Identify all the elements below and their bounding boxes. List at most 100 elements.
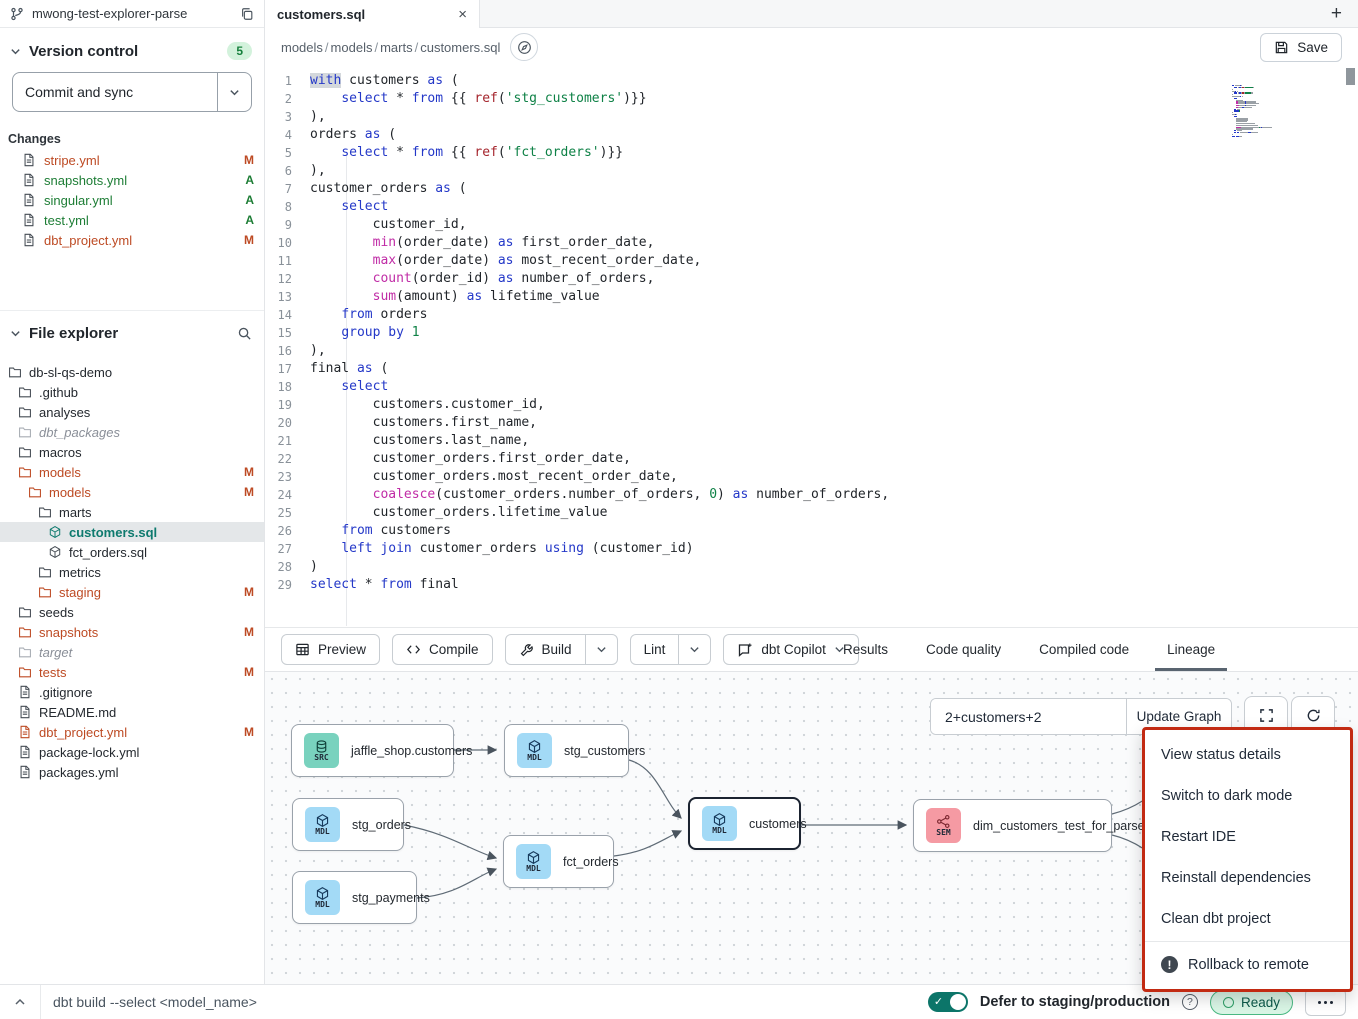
tree-item-analyses[interactable]: analyses [0, 402, 264, 422]
compile-button[interactable]: Compile [392, 634, 493, 665]
code-line[interactable]: 5 select * from {{ ref('fct_orders')}} [265, 144, 1358, 162]
open-in-explorer-button[interactable] [510, 33, 538, 61]
lineage-node-dim-customers-test-for-parse[interactable]: SEMdim_customers_test_for_parse [913, 799, 1112, 852]
command-input[interactable]: dbt build --select <model_name> [53, 994, 928, 1010]
menu-item-reinstall-dependencies[interactable]: Reinstall dependencies [1145, 857, 1350, 898]
lineage-node-fct-orders[interactable]: MDLfct_orders [503, 835, 614, 888]
expand-command-bar-button[interactable] [0, 985, 41, 1019]
tree-item-marts[interactable]: marts [0, 502, 264, 522]
code-line[interactable]: 22 customer_orders.first_order_date, [265, 450, 1358, 468]
code-line[interactable]: 28) [265, 558, 1358, 576]
breadcrumb-segment[interactable]: models [281, 40, 323, 55]
tree-item-fct-orders-sql[interactable]: fct_orders.sql [0, 542, 264, 562]
code-line[interactable]: 3), [265, 108, 1358, 126]
code-line[interactable]: 16), [265, 342, 1358, 360]
tree-item-seeds[interactable]: seeds [0, 602, 264, 622]
lint-options-button[interactable] [678, 635, 710, 664]
code-line[interactable]: 23 customer_orders.most_recent_order_dat… [265, 468, 1358, 486]
code-line[interactable]: 25 customer_orders.lifetime_value [265, 504, 1358, 522]
preview-button[interactable]: Preview [281, 634, 380, 665]
code-line[interactable]: 1with customers as ( [265, 72, 1358, 90]
ready-status-badge[interactable]: Ready [1210, 990, 1293, 1015]
tree-item-customers-sql[interactable]: customers.sql [0, 522, 264, 542]
tree-item-metrics[interactable]: metrics [0, 562, 264, 582]
code-line[interactable]: 9 customer_id, [265, 216, 1358, 234]
lint-button[interactable]: Lint [631, 635, 679, 664]
copy-branch-icon[interactable] [240, 7, 254, 21]
tree-item--gitignore[interactable]: .gitignore [0, 682, 264, 702]
code-line[interactable]: 18 select [265, 378, 1358, 396]
change-item[interactable]: stripe.ymlM [0, 150, 264, 170]
code-line[interactable]: 29select * from final [265, 576, 1358, 594]
tab-code-quality[interactable]: Code quality [926, 628, 1001, 671]
lineage-node-stg-payments[interactable]: MDLstg_payments [292, 871, 417, 924]
code-line[interactable]: 6), [265, 162, 1358, 180]
tab-compiled-code[interactable]: Compiled code [1039, 628, 1129, 671]
tree-item-dbt-packages[interactable]: dbt_packages [0, 422, 264, 442]
editor-scrollbar[interactable] [1346, 68, 1355, 85]
save-button[interactable]: Save [1260, 33, 1342, 62]
tree-item-package-lock-yml[interactable]: package-lock.yml [0, 742, 264, 762]
model-selector-input[interactable] [931, 699, 1126, 734]
menu-item-restart-ide[interactable]: Restart IDE [1145, 816, 1350, 857]
tree-item-dbt-project-yml[interactable]: dbt_project.ymlM [0, 722, 264, 742]
commit-options-button[interactable] [217, 73, 251, 111]
lineage-node-stg-orders[interactable]: MDLstg_orders [292, 798, 404, 851]
tree-item--github[interactable]: .github [0, 382, 264, 402]
tree-item-staging[interactable]: stagingM [0, 582, 264, 602]
code-line[interactable]: 2 select * from {{ ref('stg_customers')}… [265, 90, 1358, 108]
code-line[interactable]: 26 from customers [265, 522, 1358, 540]
minimap[interactable] [1232, 85, 1332, 137]
tree-item-packages-yml[interactable]: packages.yml [0, 762, 264, 782]
tree-item-readme-md[interactable]: README.md [0, 702, 264, 722]
code-line[interactable]: 24 coalesce(customer_orders.number_of_or… [265, 486, 1358, 504]
code-line[interactable]: 17final as ( [265, 360, 1358, 378]
change-item[interactable]: dbt_project.ymlM [0, 230, 264, 250]
more-options-button[interactable] [1305, 988, 1346, 1016]
code-line[interactable]: 7customer_orders as ( [265, 180, 1358, 198]
code-line[interactable]: 11 max(order_date) as most_recent_order_… [265, 252, 1358, 270]
breadcrumb-segment[interactable]: customers.sql [420, 40, 500, 55]
tree-item-tests[interactable]: testsM [0, 662, 264, 682]
tree-item-macros[interactable]: macros [0, 442, 264, 462]
lineage-node-stg-customers[interactable]: MDLstg_customers [504, 724, 629, 777]
breadcrumb-segment[interactable]: marts [380, 40, 413, 55]
new-tab-button[interactable]: + [1331, 2, 1342, 26]
tree-item-target[interactable]: target [0, 642, 264, 662]
dbt-copilot-button[interactable]: dbt Copilot [723, 634, 859, 665]
code-line[interactable]: 10 min(order_date) as first_order_date, [265, 234, 1358, 252]
search-icon[interactable] [237, 326, 252, 341]
tree-item-db-sl-qs-demo[interactable]: db-sl-qs-demo [0, 362, 264, 382]
lineage-node-customers[interactable]: MDLcustomers [688, 797, 801, 850]
help-icon[interactable]: ? [1182, 994, 1198, 1010]
code-line[interactable]: 13 sum(amount) as lifetime_value [265, 288, 1358, 306]
code-line[interactable]: 21 customers.last_name, [265, 432, 1358, 450]
change-item[interactable]: singular.ymlA [0, 190, 264, 210]
code-editor[interactable]: 1with customers as (2 select * from {{ r… [265, 66, 1358, 627]
code-line[interactable]: 14 from orders [265, 306, 1358, 324]
version-control-header[interactable]: Version control 5 [0, 28, 264, 66]
menu-item-clean-dbt-project[interactable]: Clean dbt project [1145, 898, 1350, 939]
close-tab-icon[interactable]: × [458, 6, 467, 23]
code-line[interactable]: 12 count(order_id) as number_of_orders, [265, 270, 1358, 288]
menu-item-view-status-details[interactable]: View status details [1145, 734, 1350, 775]
code-line[interactable]: 27 left join customer_orders using (cust… [265, 540, 1358, 558]
lineage-node-jaffle-shop-customers[interactable]: SRCjaffle_shop.customers [291, 724, 454, 777]
tab-customers-sql[interactable]: customers.sql × [265, 0, 480, 28]
tab-lineage[interactable]: Lineage [1167, 628, 1215, 671]
code-line[interactable]: 8 select [265, 198, 1358, 216]
code-line[interactable]: 4orders as ( [265, 126, 1358, 144]
code-line[interactable]: 15 group by 1 [265, 324, 1358, 342]
tree-item-models[interactable]: modelsM [0, 462, 264, 482]
menu-item-switch-to-dark-mode[interactable]: Switch to dark mode [1145, 775, 1350, 816]
menu-item-rollback-to-remote[interactable]: !Rollback to remote [1145, 944, 1350, 985]
tab-results[interactable]: Results [843, 628, 888, 671]
tree-item-snapshots[interactable]: snapshotsM [0, 622, 264, 642]
file-explorer-header[interactable]: File explorer [0, 311, 264, 348]
change-item[interactable]: test.ymlA [0, 210, 264, 230]
build-button[interactable]: Build [506, 635, 585, 664]
breadcrumb-segment[interactable]: models [331, 40, 373, 55]
defer-toggle[interactable]: ✓ [928, 992, 968, 1012]
build-options-button[interactable] [585, 635, 617, 664]
tree-item-models[interactable]: modelsM [0, 482, 264, 502]
